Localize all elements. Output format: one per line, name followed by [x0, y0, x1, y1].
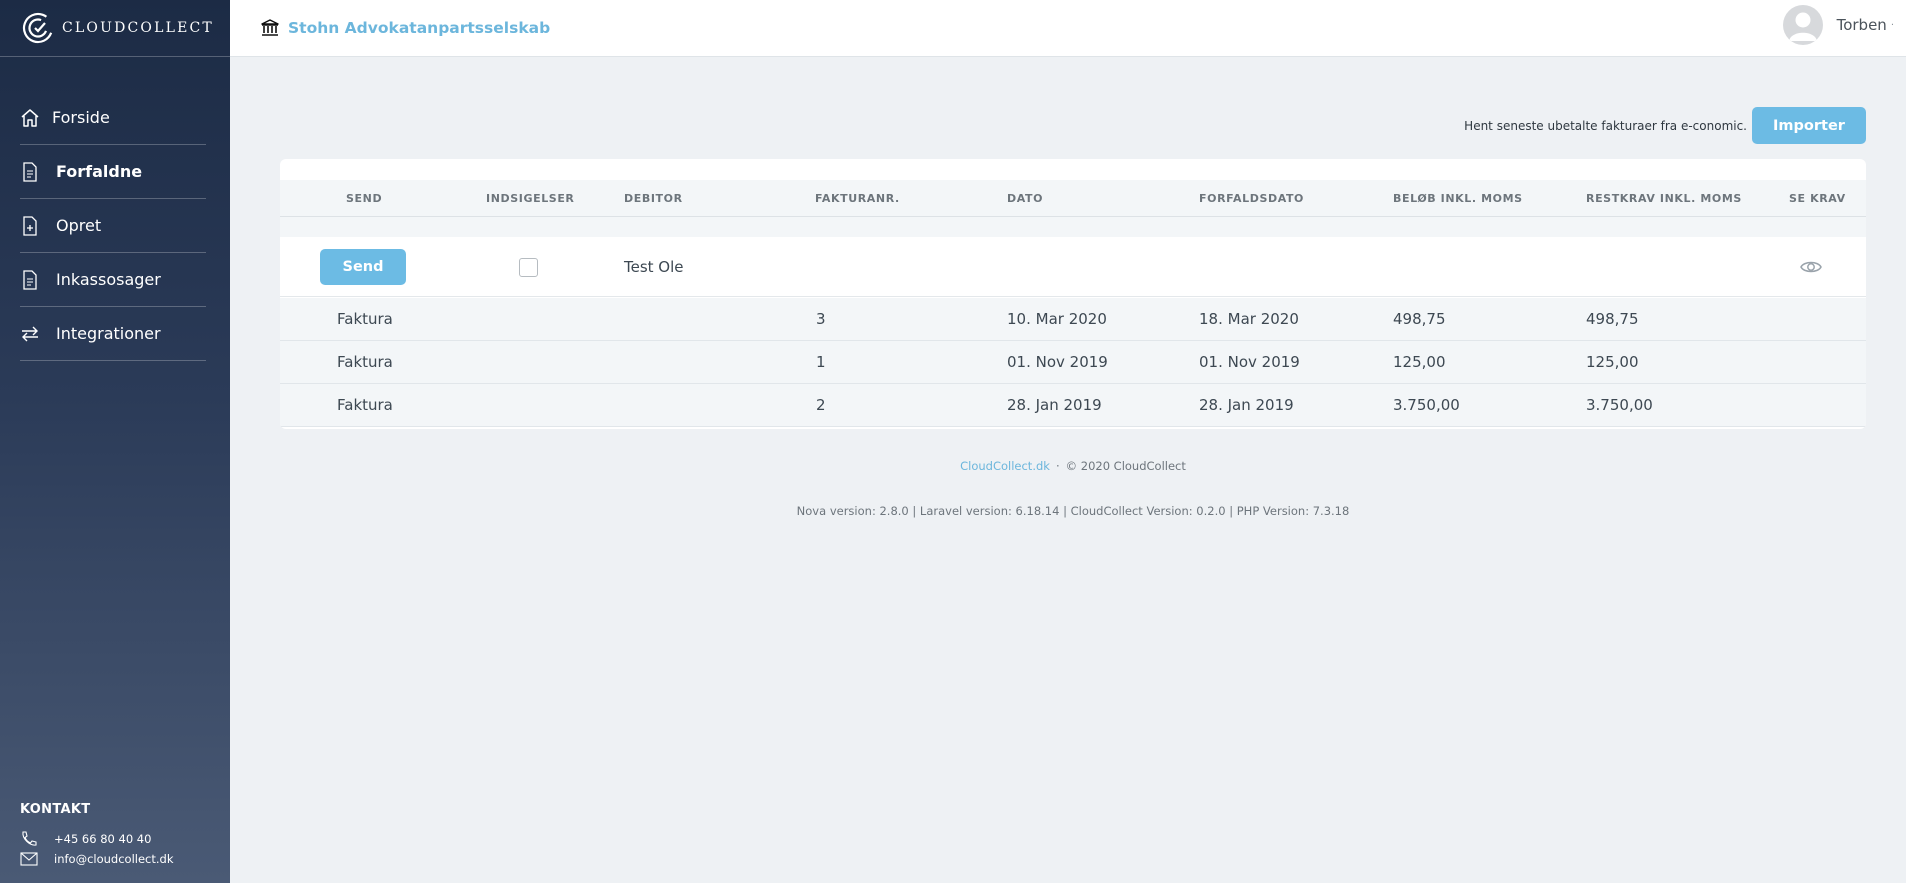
invoice-due-date: 18. Mar 2020 [1199, 310, 1299, 328]
invoice-date: 10. Mar 2020 [1007, 310, 1107, 328]
invoice-amount: 125,00 [1393, 353, 1446, 371]
column-header-restkrav[interactable]: RESTKRAV INKL. MOMS [1586, 180, 1742, 217]
top-bar: Stohn Advokatanpartsselskab Torben · [230, 0, 1906, 57]
import-bar: Hent seneste ubetalte fakturaer fra e-co… [1464, 107, 1866, 144]
column-header-se-krav[interactable]: SE KRAV [1789, 180, 1846, 217]
sidebar-item-opret[interactable]: Opret [20, 199, 206, 253]
user-menu[interactable]: Torben · [1782, 5, 1894, 45]
logo[interactable]: CLOUDCOLLECT [0, 0, 230, 57]
column-header-send[interactable]: SEND [346, 180, 382, 217]
sidebar: CLOUDCOLLECT Forside Forfaldne Opret Ink… [0, 0, 230, 883]
chevron-down-icon: · [1890, 19, 1894, 31]
invoice-type: Faktura [337, 353, 393, 371]
send-button[interactable]: Send [320, 249, 406, 285]
column-header-debitor[interactable]: DEBITOR [624, 180, 683, 217]
bank-icon [261, 19, 279, 36]
table-row[interactable]: Faktura 1 01. Nov 2019 01. Nov 2019 125,… [280, 341, 1866, 384]
email-address: info@cloudcollect.dk [54, 852, 174, 866]
invoice-remaining: 3.750,00 [1586, 396, 1653, 414]
invoice-amount: 498,75 [1393, 310, 1446, 328]
debtor-group-row: Send Test Ole [280, 237, 1866, 297]
sidebar-item-label: Opret [56, 216, 102, 235]
document-icon [20, 269, 40, 290]
invoice-table: SEND INDSIGELSER DEBITOR FAKTURANR. DATO… [280, 159, 1866, 429]
copyright: © 2020 CloudCollect [1065, 459, 1186, 473]
column-header-dato[interactable]: DATO [1007, 180, 1043, 217]
invoice-number: 2 [816, 396, 826, 414]
brand-name: CLOUDCOLLECT [62, 20, 214, 36]
cloudcollect-logo-icon [22, 12, 54, 44]
home-icon [20, 108, 40, 128]
phone-icon [20, 831, 40, 847]
eye-icon[interactable] [1799, 255, 1823, 279]
invoice-due-date: 01. Nov 2019 [1199, 353, 1300, 371]
contact-phone[interactable]: +45 66 80 40 40 [20, 829, 173, 849]
invoice-number: 3 [816, 310, 826, 328]
footer-separator: · [1055, 459, 1060, 473]
sidebar-nav: Forside Forfaldne Opret Inkassosager Int… [0, 91, 230, 361]
sidebar-item-forfaldne[interactable]: Forfaldne [20, 145, 206, 199]
table-header: SEND INDSIGELSER DEBITOR FAKTURANR. DATO… [280, 180, 1866, 217]
invoice-remaining: 125,00 [1586, 353, 1639, 371]
avatar [1782, 5, 1823, 45]
document-icon [20, 161, 40, 182]
version-info: Nova version: 2.8.0 | Laravel version: 6… [796, 504, 1350, 518]
contact-email[interactable]: info@cloudcollect.dk [20, 849, 173, 869]
invoice-number: 1 [816, 353, 826, 371]
sidebar-item-label: Forfaldne [56, 162, 143, 181]
company-name: Stohn Advokatanpartsselskab [288, 19, 551, 37]
sidebar-item-inkassosager[interactable]: Inkassosager [20, 253, 206, 307]
phone-number: +45 66 80 40 40 [54, 832, 152, 846]
invoice-date: 01. Nov 2019 [1007, 353, 1108, 371]
contact-section: KONTAKT +45 66 80 40 40 info@cloudcollec… [20, 802, 173, 869]
column-header-beloeb[interactable]: BELØB INKL. MOMS [1393, 180, 1523, 217]
import-description: Hent seneste ubetalte fakturaer fra e-co… [1464, 118, 1747, 133]
column-header-forfaldsdato[interactable]: FORFALDSDATO [1199, 180, 1304, 217]
invoice-amount: 3.750,00 [1393, 396, 1460, 414]
table-row[interactable]: Faktura 3 10. Mar 2020 18. Mar 2020 498,… [280, 298, 1866, 341]
objection-checkbox[interactable] [519, 258, 538, 277]
column-header-fakturanr[interactable]: FAKTURANR. [815, 180, 900, 217]
invoice-date: 28. Jan 2019 [1007, 396, 1102, 414]
invoice-remaining: 498,75 [1586, 310, 1639, 328]
debtor-name: Test Ole [624, 258, 684, 276]
footer-link[interactable]: CloudCollect.dk [960, 459, 1050, 473]
invoice-due-date: 28. Jan 2019 [1199, 396, 1294, 414]
add-document-icon [20, 215, 40, 236]
sidebar-item-label: Inkassosager [56, 270, 161, 289]
sidebar-item-forside[interactable]: Forside [20, 91, 206, 145]
sidebar-item-label: Forside [52, 108, 110, 127]
user-name: Torben [1836, 16, 1887, 34]
sidebar-item-label: Integrationer [56, 324, 161, 343]
column-header-indsigelser[interactable]: INDSIGELSER [486, 180, 575, 217]
mail-icon [20, 852, 40, 866]
invoice-type: Faktura [337, 396, 393, 414]
table-spacer [280, 217, 1866, 237]
invoice-type: Faktura [337, 310, 393, 328]
sidebar-item-integrationer[interactable]: Integrationer [20, 307, 206, 361]
company-selector[interactable]: Stohn Advokatanpartsselskab [260, 18, 550, 38]
contact-title: KONTAKT [20, 802, 91, 817]
footer: CloudCollect.dk · © 2020 CloudCollect [280, 459, 1866, 473]
import-button[interactable]: Importer [1752, 107, 1866, 144]
exchange-icon [20, 324, 40, 344]
table-row[interactable]: Faktura 2 28. Jan 2019 28. Jan 2019 3.75… [280, 384, 1866, 427]
